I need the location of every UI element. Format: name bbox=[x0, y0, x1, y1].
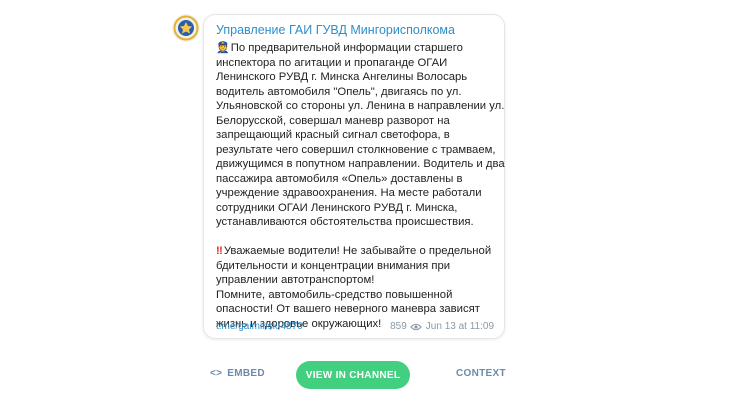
message-bubble: Управление ГАИ ГУВД Мингорисполкома 👮По … bbox=[203, 14, 505, 339]
post-link[interactable]: t.me/gaiminsk/4870 bbox=[216, 321, 303, 332]
message-footer: t.me/gaiminsk/4870 859 Jun 13 at 11:09 bbox=[216, 321, 494, 332]
view-count: 859 bbox=[390, 321, 407, 332]
double-exclamation-emoji: ‼ bbox=[216, 245, 223, 257]
view-in-channel-button[interactable]: VIEW IN CHANNEL bbox=[296, 361, 410, 389]
message-paragraph-incident: 👮По предварительной информации старшего … bbox=[216, 41, 506, 230]
eye-icon bbox=[410, 323, 422, 331]
warning-text: Уважаемые водители! Не забывайте о преде… bbox=[216, 245, 492, 286]
action-bar: <> EMBED VIEW IN CHANNEL CONTEXT bbox=[0, 360, 730, 389]
code-brackets-icon: <> bbox=[210, 368, 223, 379]
channel-name-link[interactable]: Управление ГАИ ГУВД Мингорисполкома bbox=[216, 23, 455, 37]
post-date[interactable]: Jun 13 at 11:09 bbox=[426, 321, 494, 332]
message-paragraph-warning: ‼ Уважаемые водители! Не забывайте о пред… bbox=[216, 244, 506, 288]
channel-avatar[interactable] bbox=[172, 14, 200, 42]
context-button[interactable]: CONTEXT bbox=[456, 368, 506, 379]
police-emblem-icon bbox=[172, 14, 200, 42]
embed-button[interactable]: <> EMBED bbox=[210, 368, 265, 379]
embed-label: EMBED bbox=[227, 368, 265, 379]
police-officer-emoji: 👮 bbox=[216, 42, 230, 54]
incident-text: По предварительной информации старшего и… bbox=[216, 42, 505, 228]
message-text: 👮По предварительной информации старшего … bbox=[216, 41, 506, 331]
